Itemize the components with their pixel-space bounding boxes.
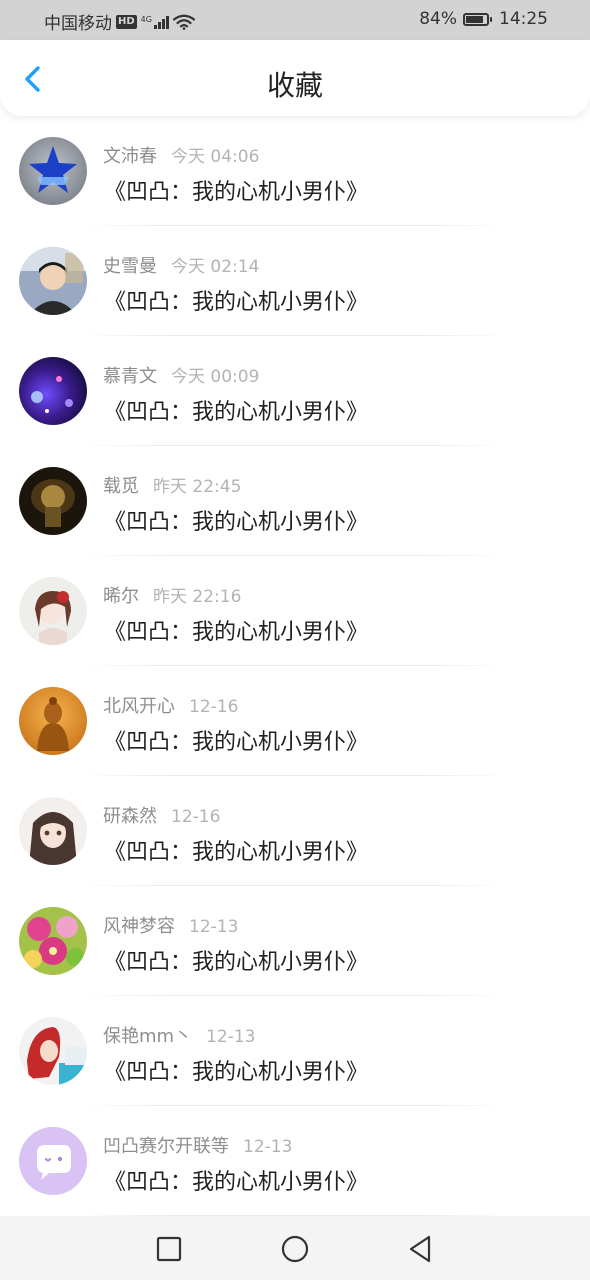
user-name: 史雪曼 bbox=[103, 256, 157, 277]
page-title: 收藏 bbox=[266, 69, 323, 102]
item-time: 12-16 bbox=[189, 697, 239, 717]
list-item[interactable]: 载觅 昨天 22:45 《凹凸：我的心机小男仆》 bbox=[0, 446, 590, 556]
item-meta: 研森然 12-16 bbox=[103, 802, 220, 828]
list-item[interactable]: 保艳mm丶 12-13 《凹凸：我的心机小男仆》 bbox=[0, 996, 590, 1106]
item-title: 《凹凸：我的心机小男仆》 bbox=[104, 730, 369, 755]
item-title: 《凹凸：我的心机小男仆》 bbox=[104, 180, 369, 205]
status-left: 中国移动 HD 4G bbox=[44, 9, 195, 34]
user-name: 风神梦容 bbox=[103, 916, 175, 937]
header: 收藏 bbox=[0, 40, 590, 116]
item-title: 《凹凸：我的心机小男仆》 bbox=[104, 1060, 369, 1085]
user-name: 晞尔 bbox=[103, 586, 139, 607]
item-meta: 慕青文 今天 00:09 bbox=[103, 362, 259, 388]
status-bar: 中国移动 HD 4G 84% 14:25 bbox=[0, 0, 590, 40]
item-time: 昨天 22:45 bbox=[153, 477, 242, 497]
signal-icon: 4G bbox=[141, 15, 169, 29]
user-name: 文沛春 bbox=[103, 146, 157, 167]
item-title: 《凹凸：我的心机小男仆》 bbox=[104, 620, 369, 645]
user-name: 北风开心 bbox=[103, 696, 175, 717]
item-meta: 风神梦容 12-13 bbox=[103, 912, 238, 938]
item-time: 昨天 22:16 bbox=[153, 587, 242, 607]
anime-girl-dark-avatar[interactable] bbox=[19, 797, 87, 865]
list-item[interactable]: 晞尔 昨天 22:16 《凹凸：我的心机小男仆》 bbox=[0, 556, 590, 666]
item-meta: 文沛春 今天 04:06 bbox=[103, 142, 259, 168]
list-item[interactable]: 北风开心 12-16 《凹凸：我的心机小男仆》 bbox=[0, 666, 590, 776]
item-time: 今天 02:14 bbox=[171, 257, 260, 277]
user-name: 研森然 bbox=[103, 806, 157, 827]
back-triangle-icon[interactable] bbox=[404, 1232, 438, 1266]
flowers-avatar[interactable] bbox=[19, 907, 87, 975]
hd-icon: HD bbox=[116, 14, 137, 29]
wifi-icon bbox=[172, 14, 195, 30]
item-meta: 凹凸赛尔开联等 12-13 bbox=[103, 1132, 292, 1158]
item-title: 《凹凸：我的心机小男仆》 bbox=[104, 950, 369, 975]
battery-fill bbox=[466, 15, 483, 23]
blue-star-avatar[interactable] bbox=[19, 137, 87, 205]
item-meta: 晞尔 昨天 22:16 bbox=[103, 582, 241, 608]
navigation-bar bbox=[0, 1216, 590, 1280]
item-title: 《凹凸：我的心机小男仆》 bbox=[104, 400, 369, 425]
buddha-avatar[interactable] bbox=[19, 687, 87, 755]
item-time: 今天 04:06 bbox=[171, 147, 260, 167]
chat-bubble-avatar[interactable] bbox=[19, 1127, 87, 1195]
item-meta: 史雪曼 今天 02:14 bbox=[103, 252, 259, 278]
item-time: 12-13 bbox=[206, 1027, 256, 1047]
list-item[interactable]: 文沛春 今天 04:06 《凹凸：我的心机小男仆》 bbox=[0, 116, 590, 226]
status-right: 84% 14:25 bbox=[419, 9, 548, 29]
item-time: 12-13 bbox=[189, 917, 239, 937]
list-item[interactable]: 史雪曼 今天 02:14 《凹凸：我的心机小男仆》 bbox=[0, 226, 590, 336]
battery-icon bbox=[463, 12, 492, 26]
item-meta: 北风开心 12-16 bbox=[103, 692, 238, 718]
item-title: 《凹凸：我的心机小男仆》 bbox=[104, 1170, 369, 1195]
red-hair-avatar[interactable] bbox=[19, 1017, 87, 1085]
recent-apps-icon[interactable] bbox=[152, 1232, 186, 1266]
item-time: 12-13 bbox=[243, 1137, 293, 1157]
clock: 14:25 bbox=[499, 9, 548, 29]
home-icon[interactable] bbox=[278, 1232, 312, 1266]
battery-percent: 84% bbox=[419, 9, 457, 29]
item-meta: 载觅 昨天 22:45 bbox=[103, 472, 241, 498]
user-name: 载觅 bbox=[103, 476, 139, 497]
user-name: 慕青文 bbox=[103, 366, 157, 387]
item-meta: 保艳mm丶 12-13 bbox=[103, 1022, 255, 1048]
purple-lights-avatar[interactable] bbox=[19, 357, 87, 425]
user-name: 保艳mm丶 bbox=[103, 1026, 193, 1047]
list-item[interactable]: 慕青文 今天 00:09 《凹凸：我的心机小男仆》 bbox=[0, 336, 590, 446]
item-title: 《凹凸：我的心机小男仆》 bbox=[104, 510, 369, 535]
item-title: 《凹凸：我的心机小男仆》 bbox=[104, 290, 369, 315]
item-title: 《凹凸：我的心机小男仆》 bbox=[104, 840, 369, 865]
boy-photo-avatar[interactable] bbox=[19, 247, 87, 315]
golden-figure-avatar[interactable] bbox=[19, 467, 87, 535]
item-time: 今天 00:09 bbox=[171, 367, 260, 387]
item-time: 12-16 bbox=[171, 807, 221, 827]
anime-girl-avatar[interactable] bbox=[19, 577, 87, 645]
carrier-label: 中国移动 bbox=[44, 14, 112, 34]
user-name: 凹凸赛尔开联等 bbox=[103, 1136, 229, 1157]
list-item[interactable]: 风神梦容 12-13 《凹凸：我的心机小男仆》 bbox=[0, 886, 590, 996]
list-item[interactable]: 凹凸赛尔开联等 12-13 《凹凸：我的心机小男仆》 bbox=[0, 1106, 590, 1216]
favorites-list: 文沛春 今天 04:06 《凹凸：我的心机小男仆》 史雪曼 今天 02:14 《凹凸：我的… bbox=[0, 116, 590, 1216]
network-type-label: 4G bbox=[140, 14, 152, 24]
list-item[interactable]: 研森然 12-16 《凹凸：我的心机小男仆》 bbox=[0, 776, 590, 886]
